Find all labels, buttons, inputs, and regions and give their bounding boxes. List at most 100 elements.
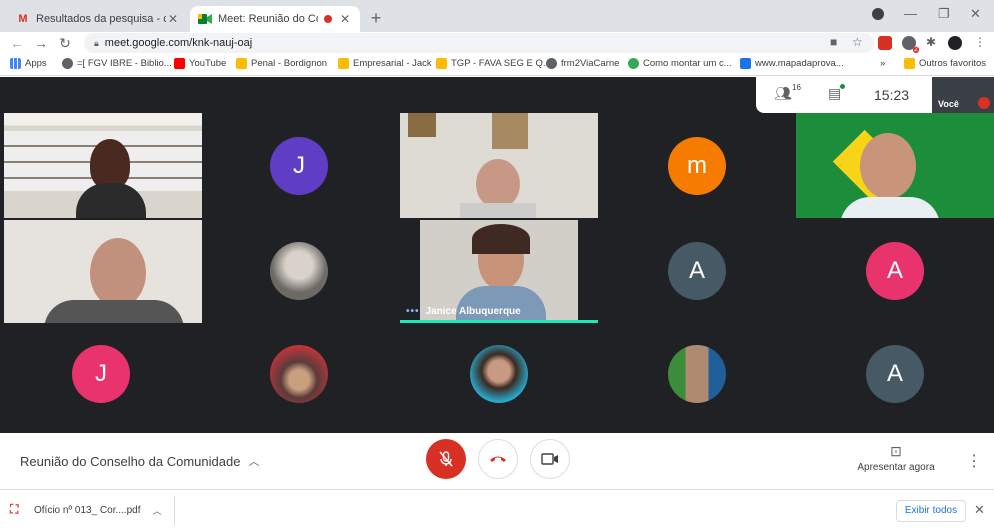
avatar: m bbox=[668, 137, 726, 195]
youtube-icon bbox=[174, 58, 185, 69]
bookmarks-overflow-button[interactable]: » bbox=[880, 58, 885, 69]
url-text: meet.google.com/knk-nauj-oaj bbox=[104, 37, 253, 49]
bookmark-tgp[interactable]: TGP - FAVA SEG E Q... bbox=[436, 58, 551, 69]
speaker-video bbox=[420, 220, 578, 323]
mic-off-icon bbox=[978, 97, 990, 109]
mic-off-icon bbox=[439, 451, 453, 467]
extension-badge-icon[interactable]: 2 bbox=[902, 36, 919, 53]
meet-icon bbox=[198, 12, 212, 26]
back-icon[interactable]: ← bbox=[8, 34, 26, 52]
bookmark-star-icon[interactable]: ☆ bbox=[852, 35, 863, 49]
participant-body bbox=[456, 286, 546, 323]
meet-bookmark-icon bbox=[436, 58, 447, 69]
participants-icon[interactable]: 👥︎ bbox=[774, 85, 792, 102]
bookmark-fgv[interactable]: =[ FGV IBRE - Biblio... bbox=[62, 58, 172, 69]
participant-body bbox=[460, 203, 536, 218]
chrome-icon bbox=[628, 58, 639, 69]
meeting-clock: 15:23 bbox=[874, 87, 910, 103]
speaking-indicator-icon: ••• bbox=[406, 306, 420, 317]
apps-grid-icon bbox=[10, 58, 21, 69]
bookmark-empresarial[interactable]: Empresarial - Jack bbox=[338, 58, 432, 69]
minimize-icon[interactable]: — bbox=[904, 6, 917, 21]
map-icon bbox=[740, 58, 751, 69]
tab-meet[interactable]: Meet: Reunião do Conselho ✕ bbox=[190, 6, 360, 32]
avatar: A bbox=[866, 345, 924, 403]
navigation-bar: ← → ↻ 🔒︎ meet.google.com/knk-nauj-oaj ■ … bbox=[0, 32, 994, 54]
meeting-title: Reunião do Conselho da Comunidade bbox=[20, 453, 241, 469]
gmail-icon: M bbox=[18, 13, 28, 25]
hang-up-icon bbox=[490, 456, 506, 462]
bookmark-como-montar[interactable]: Como montar um c... bbox=[628, 58, 732, 69]
participant-video-tile[interactable] bbox=[796, 113, 994, 218]
lock-icon: 🔒︎ bbox=[94, 37, 99, 48]
shield-extension-icon[interactable] bbox=[878, 36, 892, 50]
camera-toggle-button[interactable] bbox=[530, 439, 570, 479]
present-now-button[interactable]: ⊡ Apresentar agora bbox=[848, 443, 944, 473]
forward-icon[interactable]: → bbox=[32, 34, 50, 52]
speaker-name-bar: ••• Janice Albuquerque bbox=[406, 306, 521, 317]
speaker-name: Janice Albuquerque bbox=[425, 306, 521, 317]
participant-body bbox=[840, 197, 940, 218]
avatar bbox=[470, 345, 528, 403]
tab-strip: M Resultados da pesquisa - conseli ✕ Mee… bbox=[0, 0, 994, 32]
speaking-highlight bbox=[400, 320, 598, 323]
address-bar[interactable]: 🔒︎ meet.google.com/knk-nauj-oaj bbox=[84, 33, 874, 53]
camera-in-use-icon[interactable]: ■ bbox=[830, 35, 837, 49]
avatar bbox=[270, 345, 328, 403]
avatar: J bbox=[270, 137, 328, 195]
participant-video-tile[interactable] bbox=[4, 220, 202, 323]
download-item[interactable]: ⛶ Ofício nº 013_ Cor....pdf ︿ bbox=[10, 502, 162, 518]
avatar bbox=[668, 345, 726, 403]
participant-video-tile[interactable] bbox=[4, 113, 202, 218]
restore-icon[interactable]: ❐ bbox=[938, 6, 950, 22]
globe-icon bbox=[546, 58, 557, 69]
bookmark-mapadaprova[interactable]: www.mapadaprova... bbox=[740, 58, 844, 69]
folder-icon bbox=[904, 58, 915, 69]
bookmark-youtube[interactable]: YouTube bbox=[174, 58, 226, 69]
extensions-puzzle-icon[interactable]: ✱ bbox=[926, 35, 936, 49]
other-bookmarks-folder[interactable]: Outros favoritos bbox=[904, 58, 986, 69]
active-speaker-tile[interactable]: ••• Janice Albuquerque bbox=[400, 220, 598, 323]
meeting-details-button[interactable]: Reunião do Conselho da Comunidade ︿ bbox=[20, 453, 259, 469]
menu-kebab-icon[interactable]: ⋮ bbox=[974, 35, 986, 49]
show-all-downloads-button[interactable]: Exibir todos bbox=[896, 500, 966, 522]
self-view-label: Você bbox=[938, 99, 959, 109]
meeting-stage: 👥︎ 16 ▤ 15:23 Você J m ••• Janice Albuqu… bbox=[0, 77, 994, 433]
avatar: A bbox=[866, 242, 924, 300]
pdf-file-icon: ⛶ bbox=[10, 502, 19, 516]
close-window-icon[interactable]: ✕ bbox=[970, 6, 981, 22]
download-shelf: ⛶ Ofício nº 013_ Cor....pdf ︿ Exibir tod… bbox=[0, 489, 994, 532]
apps-bookmark[interactable]: Apps bbox=[10, 58, 47, 69]
mic-toggle-button[interactable] bbox=[426, 439, 466, 479]
frame-decor bbox=[492, 113, 528, 149]
participant-hair bbox=[472, 224, 530, 254]
meet-bookmark-icon bbox=[236, 58, 247, 69]
participant-figure bbox=[90, 139, 130, 189]
chat-unread-dot bbox=[840, 84, 845, 89]
self-view-tile[interactable]: Você bbox=[932, 77, 994, 113]
reload-icon[interactable]: ↻ bbox=[56, 34, 74, 52]
bookmark-penal[interactable]: Penal - Bordignon bbox=[236, 58, 327, 69]
close-tab-icon[interactable]: ✕ bbox=[166, 12, 180, 26]
meeting-control-bar: Reunião do Conselho da Comunidade ︿ ⊡ Ap… bbox=[0, 433, 994, 489]
more-options-icon[interactable]: ⋮ bbox=[966, 451, 982, 471]
close-tab-icon[interactable]: ✕ bbox=[338, 12, 352, 26]
profile-icon[interactable] bbox=[872, 8, 884, 20]
video-camera-icon bbox=[541, 453, 558, 465]
participant-video-tile[interactable] bbox=[400, 113, 598, 218]
avatar[interactable] bbox=[948, 36, 962, 50]
tab-search-results[interactable]: M Resultados da pesquisa - conseli ✕ bbox=[8, 6, 188, 32]
divider bbox=[174, 496, 175, 526]
meet-bookmark-icon bbox=[338, 58, 349, 69]
chevron-up-icon: ︿ bbox=[248, 456, 260, 468]
bookmark-frm2viacarne[interactable]: frm2ViaCarne bbox=[546, 58, 619, 69]
download-filename: Ofício nº 013_ Cor....pdf bbox=[34, 504, 141, 516]
new-tab-button[interactable]: + bbox=[366, 8, 386, 28]
participant-figure bbox=[90, 238, 146, 308]
recording-indicator-icon bbox=[324, 15, 332, 23]
chevron-up-icon[interactable]: ︿ bbox=[153, 504, 162, 517]
avatar: J bbox=[72, 345, 130, 403]
tab-title: Resultados da pesquisa - conseli bbox=[36, 13, 166, 25]
end-call-button[interactable] bbox=[478, 439, 518, 479]
close-icon[interactable]: ✕ bbox=[974, 502, 985, 518]
